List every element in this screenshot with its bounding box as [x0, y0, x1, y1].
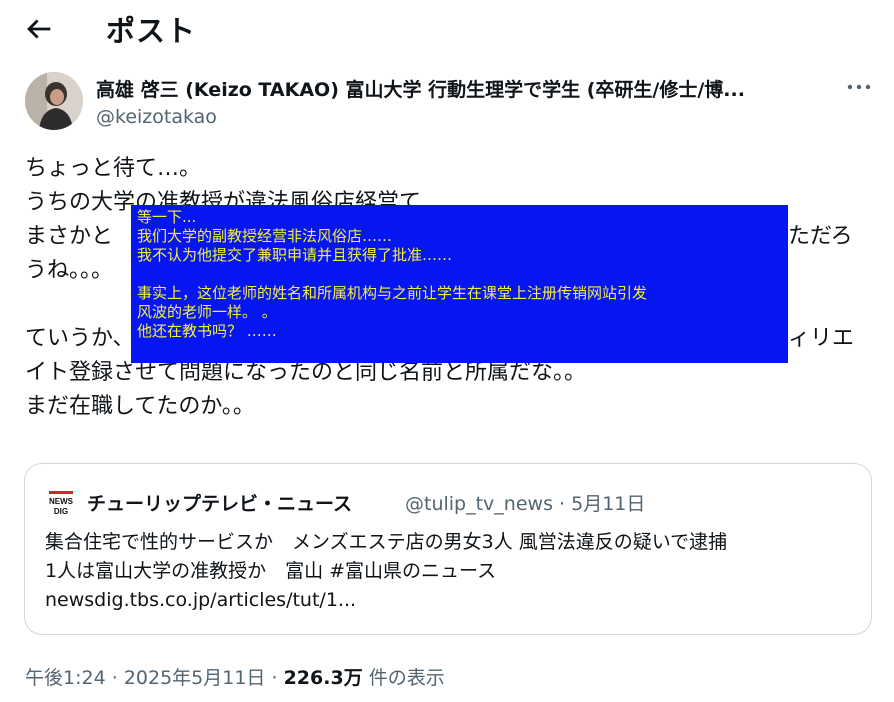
post-line-start: ていうか、 — [25, 326, 135, 351]
overlay-line: 等一下... — [137, 208, 197, 226]
post-line-start: まさかと — [25, 224, 114, 249]
post-date[interactable]: 2025年5月11日 — [124, 667, 266, 689]
more-button[interactable] — [846, 76, 872, 98]
news-dig-logo: NEWS DIG — [45, 488, 77, 520]
translation-overlay: 等一下... 我们大学的副教授经营非法风俗店…… 我不认为他提交了兼职申请并且获… — [131, 205, 788, 363]
quoted-date[interactable]: 5月11日 — [571, 493, 645, 515]
quoted-link[interactable]: newsdig.tbs.co.jp/articles/tut/1... — [45, 586, 855, 615]
overlay-line: 我们大学的副教授经营非法风俗店…… — [137, 227, 393, 245]
back-button[interactable] — [22, 12, 56, 46]
overlay-line: 他还在教书吗？ …… — [137, 322, 277, 340]
post-line-end: ィリエ — [788, 326, 855, 351]
post-line: ちょっと待て…。 — [25, 156, 202, 181]
separator: · — [111, 667, 118, 689]
post-line-end: ただろ — [788, 224, 853, 249]
avatar-photo — [25, 72, 83, 130]
post-time[interactable]: 午後1:24 — [25, 667, 106, 689]
post-footer: 午後1:24 · 2025年5月11日 · 226.3万 件の表示 — [25, 663, 445, 690]
quoted-line: 集合住宅で性的サービスか メンズエステ店の男女3人 風営法違反の疑いで逮捕 — [45, 531, 728, 553]
overlay-line: 风波的老师一样。 。 — [137, 303, 277, 321]
page-title: ポスト — [106, 14, 197, 48]
view-count: 226.3万 — [283, 667, 363, 689]
quoted-text: 集合住宅で性的サービスか メンズエステ店の男女3人 風営法違反の疑いで逮捕 1人… — [45, 528, 855, 615]
quoted-line: 1人は富山大学の准教授か 富山 #富山県のニュース — [45, 560, 497, 582]
quoted-meta: @tulip_tv_news · 5月11日 — [405, 489, 645, 516]
quoted-source-name[interactable]: チューリップテレビ・ニュース — [87, 489, 352, 516]
view-label: 件の表示 — [368, 667, 445, 689]
overlay-line — [137, 265, 782, 284]
arrow-left-icon — [27, 19, 51, 39]
quoted-source-handle[interactable]: @tulip_tv_news — [405, 493, 553, 515]
svg-text:NEWS: NEWS — [49, 497, 74, 506]
separator: · — [559, 493, 566, 515]
separator: · — [271, 667, 278, 689]
svg-text:DIG: DIG — [54, 507, 68, 516]
post-line: まだ在職してたのか。。 — [25, 394, 255, 419]
more-horizontal-icon — [847, 84, 871, 90]
avatar[interactable] — [25, 72, 83, 130]
overlay-line: 我不认为他提交了兼职申请并且获得了批准…… — [137, 246, 453, 264]
overlay-line: 事实上，这位老师的姓名和所属机构与之前让学生在课堂上注册传销网站引发 — [137, 284, 648, 302]
quoted-post-card[interactable]: NEWS DIG チューリップテレビ・ニュース @tulip_tv_news ·… — [24, 463, 872, 635]
author-handle[interactable]: @keizotakao — [96, 106, 217, 128]
author-name[interactable]: 高雄 啓三 (Keizo TAKAO) 富山大学 行動生理学で学生 (卒研生/修… — [96, 75, 831, 102]
top-bar: ポスト — [0, 0, 894, 56]
